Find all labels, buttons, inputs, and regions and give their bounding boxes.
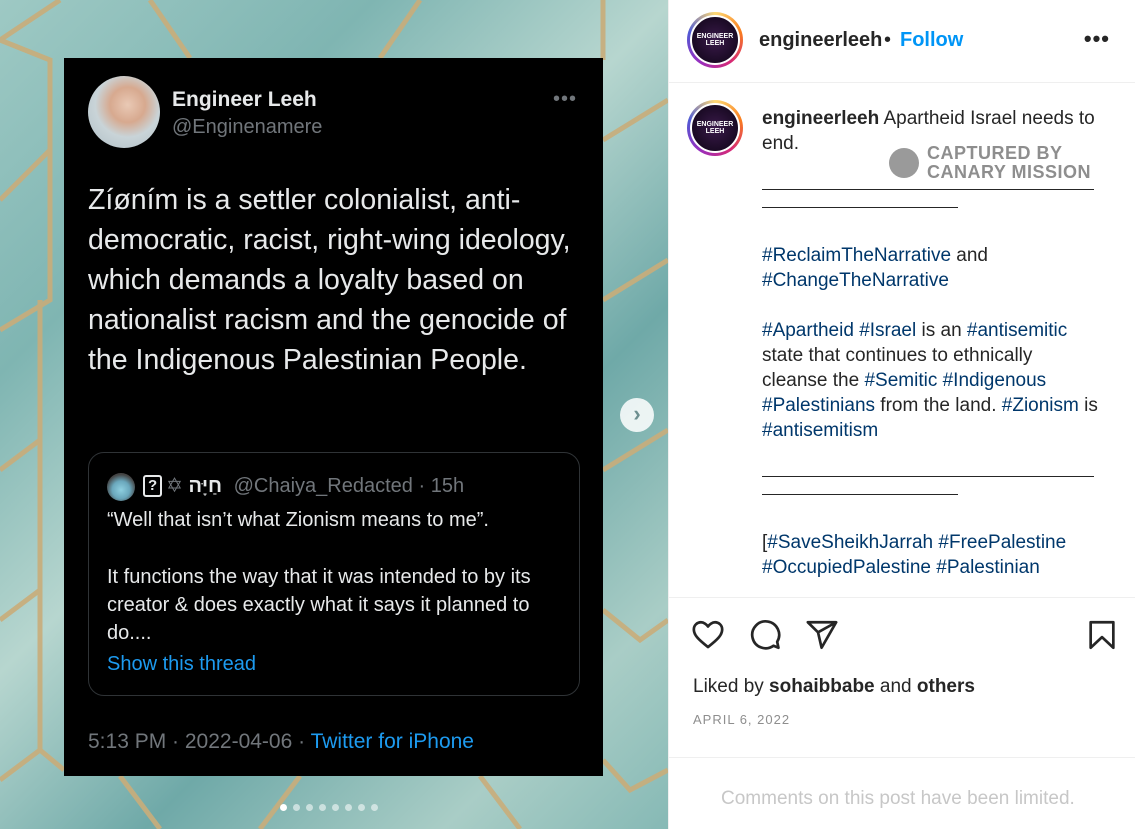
comment-bubble-icon[interactable] xyxy=(748,618,782,652)
tweet-author-name: Engineer Leeh xyxy=(172,88,317,111)
quote-time: · 15h xyxy=(418,475,465,497)
quote-text-line2: It functions the way that it was intende… xyxy=(107,566,531,644)
caption-fragment: and xyxy=(951,245,988,266)
liked-by: Liked by sohaibbabe and others xyxy=(693,676,975,698)
carousel-dot xyxy=(332,804,339,811)
tweet-footer: 5:13 PM · 2022-04-06 · Twitter for iPhon… xyxy=(88,730,474,754)
post-header: ENGINEER LEEH engineerleeh • Follow ••• xyxy=(669,0,1135,83)
comments-limited-notice: Comments on this post have been limited. xyxy=(721,788,1075,809)
author-avatar[interactable]: ENGINEER LEEH xyxy=(687,12,743,68)
tweet-card: Engineer Leeh @Enginenamere ••• Zíøním i… xyxy=(64,58,603,776)
post-sidebar: ENGINEER LEEH engineerleeh • Follow ••• … xyxy=(668,0,1135,829)
carousel-dot xyxy=(293,804,300,811)
quoted-tweet: ? ✡ חַיָּה @Chaiya_Redacted · 15h “Well t… xyxy=(88,452,580,696)
carousel-dot xyxy=(358,804,365,811)
action-bar xyxy=(669,612,1135,658)
author-username[interactable]: engineerleeh xyxy=(759,29,882,52)
caption-avatar[interactable]: ENGINEER LEEH xyxy=(687,100,743,156)
hashtag-link[interactable]: #SaveSheikhJarrah xyxy=(767,532,933,553)
tweet-more-icon: ••• xyxy=(552,88,577,110)
carousel-dot xyxy=(371,804,378,811)
hashtag-link[interactable]: #Palestinians xyxy=(762,395,875,416)
hashtag-link[interactable]: #Zionism xyxy=(1002,395,1079,416)
tweet-source: Twitter for iPhone xyxy=(310,730,474,753)
hashtag-link[interactable]: #ReclaimTheNarrative xyxy=(762,245,951,266)
author-avatar-image: ENGINEER LEEH xyxy=(690,15,740,65)
hashtag-link[interactable]: #antisemitic xyxy=(967,320,1067,341)
caption-fragment: is xyxy=(1078,395,1098,416)
hashtag-link[interactable]: #FreePalestine xyxy=(938,532,1066,553)
carousel-dots xyxy=(280,804,378,811)
hashtag-link[interactable]: #antisemitism xyxy=(762,420,878,441)
tweet-timestamp: 5:13 PM · 2022-04-06 · xyxy=(88,730,311,753)
header-separator: • xyxy=(884,29,892,51)
carousel-dot xyxy=(319,804,326,811)
question-badge-icon: ? xyxy=(143,475,163,497)
canary-bird-icon xyxy=(889,148,919,178)
star-of-david-icon: ✡ xyxy=(166,475,183,497)
caption-fragment: from the land. xyxy=(875,395,1002,416)
divider-line xyxy=(762,196,958,208)
liked-others-link[interactable]: others xyxy=(917,676,975,697)
watermark-line2: CANARY MISSION xyxy=(927,162,1092,182)
like-heart-icon[interactable] xyxy=(691,618,725,652)
tweet-author-handle: @Enginenamere xyxy=(172,116,323,138)
save-bookmark-icon[interactable] xyxy=(1085,618,1119,652)
follow-button[interactable]: Follow xyxy=(900,29,963,52)
divider-line xyxy=(762,483,958,495)
carousel-next-button[interactable]: › xyxy=(620,398,654,432)
quote-avatar xyxy=(107,473,135,501)
tweet-avatar xyxy=(88,76,160,148)
quote-meta: ? ✡ חַיָּה @Chaiya_Redacted · 15h xyxy=(143,473,464,498)
tweet-body: Zíøním is a settler colonialist, anti-de… xyxy=(88,184,571,376)
carousel-dot xyxy=(345,804,352,811)
post-date[interactable]: APRIL 6, 2022 xyxy=(693,712,790,727)
caption-avatar-image: ENGINEER LEEH xyxy=(690,103,740,153)
carousel-dot xyxy=(280,804,287,811)
show-thread-link: Show this thread xyxy=(107,653,256,675)
watermark-line1: CAPTURED BY xyxy=(927,143,1063,163)
quote-text-line1: “Well that isn’t what Zionism means to m… xyxy=(107,509,489,531)
canary-mission-watermark: CAPTURED BY CANARY MISSION xyxy=(889,144,1091,182)
share-send-icon[interactable] xyxy=(805,618,839,652)
quote-author-name: חַיָּה xyxy=(188,475,223,497)
hashtag-link[interactable]: #Semitic xyxy=(864,370,937,391)
liked-and: and xyxy=(874,676,917,697)
more-options-icon[interactable]: ••• xyxy=(1084,26,1110,52)
divider-line xyxy=(762,465,1094,477)
caption-fragment: is an xyxy=(916,320,967,341)
carousel-dot xyxy=(306,804,313,811)
hashtag-link[interactable]: #Palestinian xyxy=(936,557,1040,578)
liked-prefix: Liked by xyxy=(693,676,770,697)
comments-section: Comments on this post have been limited. xyxy=(669,757,1135,829)
hashtag-link[interactable]: #Apartheid xyxy=(762,320,854,341)
liked-user-link[interactable]: sohaibbabe xyxy=(769,676,875,697)
quote-author-handle: @Chaiya_Redacted xyxy=(233,475,413,497)
hashtag-link[interactable]: #Israel xyxy=(859,320,916,341)
hashtag-link[interactable]: #Indigenous xyxy=(943,370,1047,391)
caption-area[interactable]: ENGINEER LEEH engineerleeh Apartheid Isr… xyxy=(669,84,1135,598)
post-media: Engineer Leeh @Enginenamere ••• Zíøním i… xyxy=(0,0,668,829)
caption-username[interactable]: engineerleeh xyxy=(762,108,879,129)
hashtag-link[interactable]: #ChangeTheNarrative xyxy=(762,270,949,291)
hashtag-link[interactable]: #OccupiedPalestine xyxy=(762,557,931,578)
